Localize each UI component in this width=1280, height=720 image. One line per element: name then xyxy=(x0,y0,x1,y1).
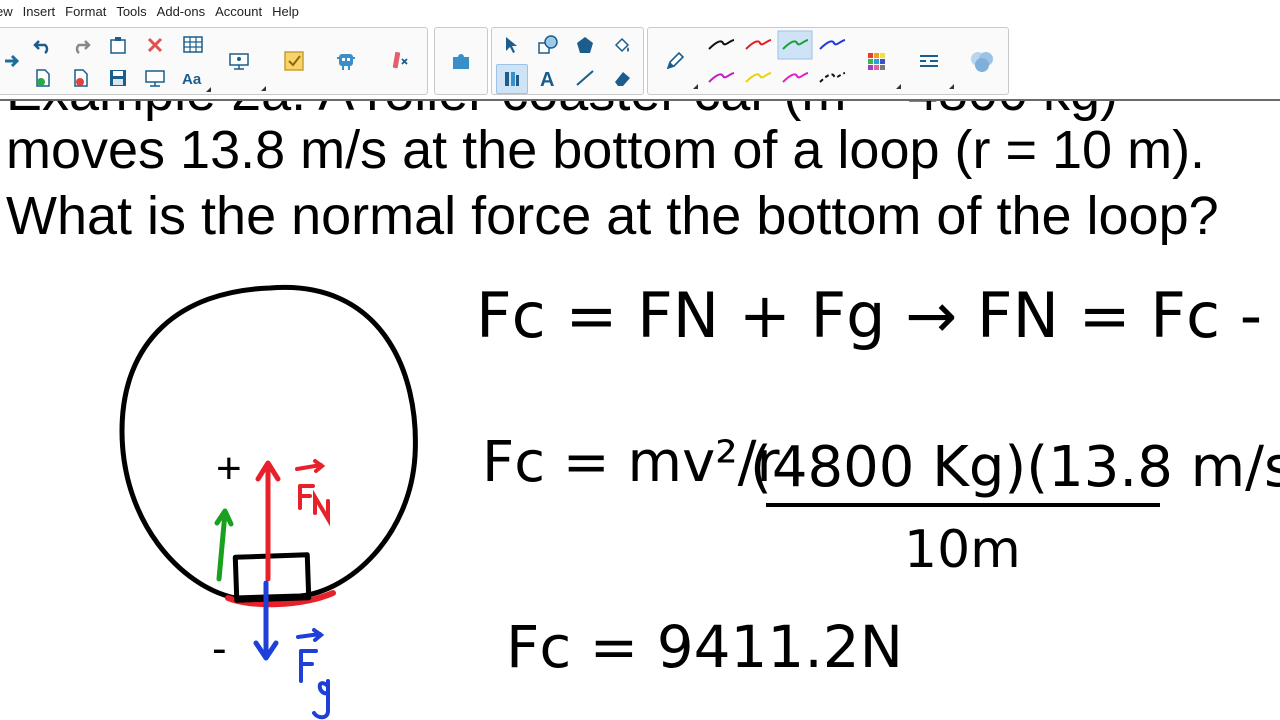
fill-icon[interactable] xyxy=(607,31,637,59)
menu-help[interactable]: Help xyxy=(267,4,304,19)
pen-properties-icon[interactable] xyxy=(496,64,528,94)
line-icon[interactable] xyxy=(570,64,600,92)
line-styles-icon[interactable] xyxy=(914,47,954,89)
screen-capture-icon[interactable] xyxy=(224,47,266,91)
svg-text:Fc = 9411.2N: Fc = 9411.2N xyxy=(506,613,903,681)
widget-icon[interactable] xyxy=(331,47,361,75)
delete-page-icon[interactable] xyxy=(66,64,96,92)
menu-bar: ew Insert Format Tools Add-ons Account H… xyxy=(0,0,1280,22)
handwriting-layer: + - Fc = FN + Fg → FN = Fc - Fg Fc = mv²… xyxy=(119,279,1280,720)
pen-swatch-1[interactable] xyxy=(708,39,735,50)
svg-text:A: A xyxy=(540,69,554,89)
pen-swatch-8[interactable] xyxy=(819,72,846,83)
paste-page-icon[interactable] xyxy=(103,31,133,59)
save-icon[interactable] xyxy=(103,64,133,92)
pen-swatch-7[interactable] xyxy=(782,72,809,83)
undo-icon[interactable] xyxy=(28,31,58,59)
menu-insert[interactable]: Insert xyxy=(18,4,61,19)
arrow-right-icon[interactable] xyxy=(0,47,27,75)
menu-tools[interactable]: Tools xyxy=(111,4,151,19)
plus-sign: + xyxy=(216,444,242,493)
menu-format[interactable]: Format xyxy=(60,4,111,19)
eraser-icon[interactable] xyxy=(607,64,637,92)
fg-label xyxy=(296,628,330,720)
response-icon[interactable] xyxy=(279,47,309,75)
pen-swatches[interactable] xyxy=(703,29,853,93)
pen-swatch-6[interactable] xyxy=(745,72,772,83)
select-arrow-icon[interactable] xyxy=(496,31,526,59)
toolbar-group-addons xyxy=(434,27,488,95)
screen-shade-icon[interactable] xyxy=(140,64,170,92)
svg-text:Fc = mv²/r: Fc = mv²/r xyxy=(482,430,781,495)
redo-icon[interactable] xyxy=(66,31,96,59)
menu-addons[interactable]: Add-ons xyxy=(152,4,210,19)
color-palette-icon[interactable] xyxy=(861,47,901,89)
svg-text:Fc = FN + Fg → FN = Fc - Fg: Fc = FN + Fg → FN = Fc - Fg xyxy=(476,279,1280,352)
loop-diagram xyxy=(119,284,418,661)
fn-label xyxy=(295,459,330,527)
toolbar: Aa A xyxy=(0,24,1280,100)
toolbar-group-page: Aa xyxy=(0,27,428,95)
delete-icon[interactable] xyxy=(140,31,170,59)
svg-text:(4800 Kg)(13.8 m/s)²: (4800 Kg)(13.8 m/s)² xyxy=(750,435,1280,500)
add-page-icon[interactable] xyxy=(28,64,58,92)
addon-puzzle-icon[interactable] xyxy=(446,47,476,75)
pen-icon[interactable] xyxy=(660,47,698,89)
menu-view[interactable]: ew xyxy=(0,4,18,19)
svg-text:+: + xyxy=(216,444,242,493)
equation-3: Fc = 9411.2N xyxy=(506,613,903,681)
handwriting-recognition-icon[interactable]: Aa xyxy=(178,64,211,92)
pen-swatch-3[interactable] xyxy=(777,30,813,60)
svg-text:Aa: Aa xyxy=(182,71,202,88)
table-icon[interactable] xyxy=(178,31,208,59)
equation-1: Fc = FN + Fg → FN = Fc - Fg xyxy=(476,279,1280,352)
pen-swatch-2[interactable] xyxy=(745,39,772,50)
toolbar-group-tools: A xyxy=(491,27,644,95)
equation-2: Fc = mv²/r (4800 Kg)(13.8 m/s)² 10m xyxy=(482,430,1280,580)
erase-pen-icon[interactable] xyxy=(384,47,414,75)
pen-swatch-4[interactable] xyxy=(819,39,846,50)
polygon-icon[interactable] xyxy=(570,31,600,59)
minus-sign: - xyxy=(212,624,227,673)
slide-canvas: Example 2a: A roller coaster car (m = 48… xyxy=(0,101,1280,720)
svg-text:10m: 10m xyxy=(904,520,1021,580)
toolbar-group-pens xyxy=(647,27,1009,95)
pen-swatch-5[interactable] xyxy=(708,72,735,83)
svg-text:-: - xyxy=(212,624,227,673)
menu-account[interactable]: Account xyxy=(210,4,267,19)
text-icon[interactable]: A xyxy=(533,64,563,92)
shapes-icon[interactable] xyxy=(533,31,563,59)
gallery-icon[interactable] xyxy=(967,47,997,75)
